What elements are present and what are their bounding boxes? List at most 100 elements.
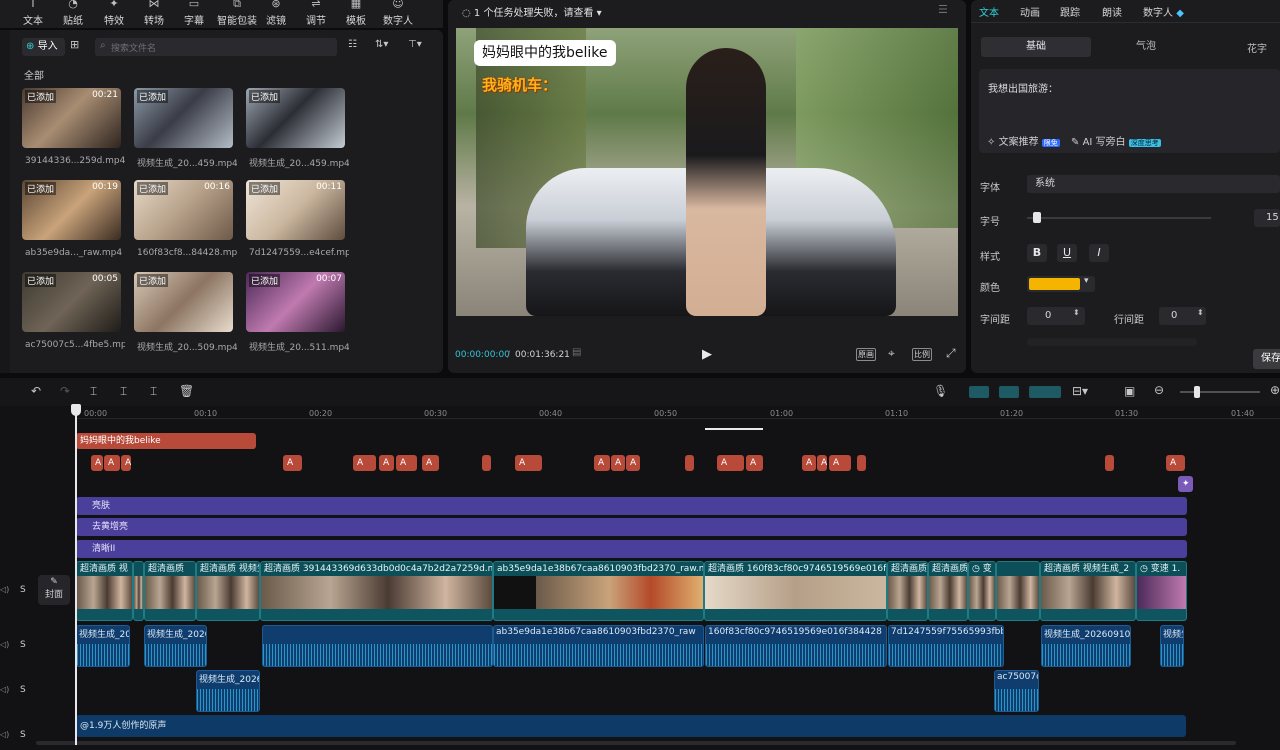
microphone-icon[interactable]: 🎙 [933, 384, 948, 398]
subtab-basic[interactable]: 基础 [981, 37, 1091, 57]
caption-subtitle[interactable]: 我骑机车： [482, 74, 557, 95]
menu-icon[interactable]: ☰ [938, 3, 948, 16]
track-solo[interactable]: S [20, 585, 26, 595]
video-clip[interactable]: 超清画质 [928, 561, 968, 621]
search-input[interactable]: ⌕ 搜索文件名 [95, 38, 337, 56]
caption-chip[interactable]: A [515, 455, 542, 471]
video-clip[interactable]: 超清画质 [144, 561, 196, 621]
media-thumb[interactable]: 已添加 [246, 88, 345, 148]
play-icon[interactable]: ▶ [702, 347, 712, 362]
toolbar-adjust[interactable]: ⇌ 调节 [296, 0, 336, 27]
media-thumb[interactable]: 已添加 00:07 [246, 272, 345, 332]
audio-clip[interactable]: 视频生 [1160, 625, 1184, 667]
cover-button[interactable]: ✎ 封面 [38, 575, 70, 605]
size-slider-handle[interactable] [1033, 212, 1041, 223]
focus-icon[interactable]: ⌖ [888, 346, 895, 361]
color-picker[interactable]: ▾ [1027, 276, 1095, 292]
audio-clip[interactable]: ac75007c5 [994, 670, 1039, 712]
caption-chip[interactable] [685, 455, 694, 471]
audio-clip[interactable]: 7d1247559f75565993fbbf1 [888, 625, 1004, 667]
size-slider[interactable] [1027, 217, 1211, 219]
video-clip[interactable] [996, 561, 1040, 621]
caption-title[interactable]: 妈妈眼中的我belike [474, 40, 616, 66]
align-icon[interactable]: ⊟▾ [1072, 384, 1088, 398]
import-button[interactable]: ⊕ 导入 [22, 38, 65, 56]
speaker-icon[interactable]: ◁) [0, 730, 9, 739]
toolbar-smart-package[interactable]: ⧉ 智能包装 [215, 0, 259, 27]
caption-chip[interactable]: A [594, 455, 610, 471]
align-row[interactable] [1027, 338, 1197, 346]
undo-icon[interactable]: ↶ [31, 384, 41, 398]
video-clip[interactable]: 超清画质 视 [76, 561, 133, 621]
caption-chip[interactable] [857, 455, 866, 471]
audio-clip[interactable]: 视频生成_20260910_1 [1041, 625, 1131, 667]
stepper-icon[interactable]: ⬍ [1197, 308, 1204, 317]
subtitle-icon[interactable]: ▣ [1124, 384, 1135, 398]
caption-chip[interactable]: A [121, 455, 131, 471]
audio-clip[interactable]: ab35e9da1e38b67caa8610903fbd2370_raw [493, 625, 704, 667]
zoom-slider[interactable] [1180, 391, 1260, 393]
toolbar-digital-human[interactable]: ☺ 数字人 [377, 0, 419, 27]
split-icon[interactable]: ⌶ [90, 384, 97, 399]
audio-clip[interactable] [262, 625, 493, 667]
toolbar-transition[interactable]: ⋈ 转场 [134, 0, 174, 27]
toolbar-sticker[interactable]: ◔ 贴纸 [53, 0, 93, 27]
zoom-out-icon[interactable]: ⊖ [1154, 383, 1164, 397]
caption-chip[interactable]: A [379, 455, 394, 471]
text-editor[interactable]: 我想出国旅游： ✧ 文案推荐 限免 ✎ AI 写旁白 深度思考 [979, 69, 1280, 153]
video-clip[interactable]: ◷ 变速 1. [1136, 561, 1187, 621]
delete-icon[interactable]: 🗑 [179, 384, 194, 398]
section-all[interactable]: 全部 [24, 67, 44, 82]
tab-digital-human[interactable]: 数字人 ◆ [1143, 4, 1184, 19]
caption-chip[interactable]: A [1166, 455, 1185, 471]
effect-marker[interactable]: ✦ [1178, 476, 1193, 492]
speaker-icon[interactable]: ◁) [0, 585, 9, 594]
caption-chip[interactable]: A [802, 455, 816, 471]
snap-icon[interactable] [999, 386, 1019, 398]
caption-chip[interactable] [1105, 455, 1114, 471]
caption-chip[interactable]: A [611, 455, 625, 471]
video-clip[interactable]: 超清画质 视频生 [196, 561, 260, 621]
link-clips-icon[interactable] [969, 386, 989, 398]
toolbar-effects[interactable]: ✦ 特效 [94, 0, 134, 27]
media-thumb[interactable]: 已添加 00:19 [22, 180, 121, 240]
original-sound-clip[interactable]: @1.9万人创作的原声 [76, 715, 1186, 737]
media-thumb[interactable]: 已添加 00:05 [22, 272, 121, 332]
caption-chip[interactable]: A [626, 455, 640, 471]
audio-clip[interactable]: 160f83cf80c9746519569e016f384428 [705, 625, 887, 667]
caption-chip[interactable]: A [91, 455, 103, 471]
caption-chip[interactable]: A [104, 455, 120, 471]
size-input[interactable]: 15 [1254, 209, 1280, 227]
italic-icon[interactable]: I [1089, 244, 1109, 262]
track-solo[interactable]: S [20, 685, 26, 695]
grid-view-icon[interactable]: ⊞ [70, 38, 79, 51]
caption-chip[interactable]: A [422, 455, 439, 471]
save-button[interactable]: 保存 [1253, 349, 1280, 369]
audio-clip[interactable]: 视频生成_202 [76, 625, 130, 667]
media-thumb[interactable]: 已添加 00:16 [134, 180, 233, 240]
speaker-icon[interactable]: ◁) [0, 685, 9, 694]
ai-narration-button[interactable]: ✎ AI 写旁白 深度思考 [1071, 133, 1161, 148]
timeline-scrollbar[interactable] [36, 741, 1236, 745]
preview-axis-icon[interactable] [1029, 386, 1061, 398]
video-clip[interactable]: 超清画质 391443369d633db0d0c4a7b2d2a7259d.mp… [260, 561, 493, 621]
media-thumb[interactable]: 已添加 00:11 [246, 180, 345, 240]
video-clip[interactable] [133, 561, 144, 621]
playhead-handle[interactable] [71, 404, 81, 416]
caption-chip[interactable]: A [817, 455, 827, 471]
audio-clip[interactable]: 视频生成_20260 [144, 625, 207, 667]
media-thumb[interactable]: 已添加 00:21 [22, 88, 121, 148]
fullscreen-icon[interactable]: ⤢ [946, 346, 956, 361]
effect-clip-clarity[interactable]: 清晰II [76, 540, 1187, 558]
tab-animation[interactable]: 动画 [1020, 4, 1040, 19]
caption-chip[interactable]: A [353, 455, 376, 471]
filter-sort-icon[interactable]: ⊤▾ [408, 39, 422, 50]
underline-icon[interactable]: U [1057, 244, 1077, 262]
effect-clip-skin[interactable]: 亮肤 [76, 497, 1187, 515]
caption-chip[interactable]: A [396, 455, 417, 471]
caption-chip[interactable] [482, 455, 491, 471]
track-solo[interactable]: S [20, 730, 26, 740]
redo-icon[interactable]: ↷ [60, 384, 70, 398]
stepper-icon[interactable]: ⬍ [1073, 308, 1080, 317]
waveform-icon[interactable]: ▤ [572, 347, 581, 358]
